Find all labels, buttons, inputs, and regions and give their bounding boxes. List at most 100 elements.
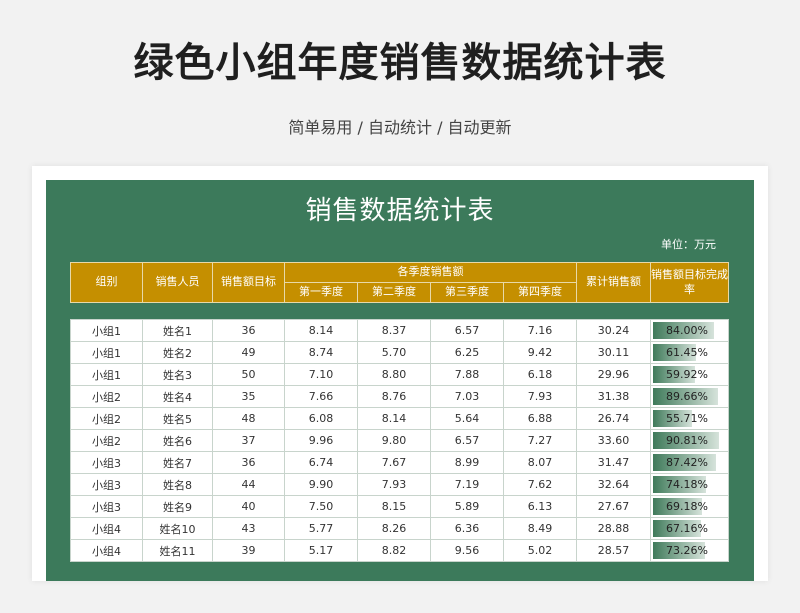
cell-total[interactable]: 30.24 xyxy=(576,319,651,342)
cell-q4[interactable]: 9.42 xyxy=(503,341,577,364)
cell-q1[interactable]: 9.90 xyxy=(284,473,358,496)
cell-q2[interactable]: 8.82 xyxy=(357,539,431,562)
cell-rate[interactable]: 59.92% xyxy=(650,363,729,386)
cell-target[interactable]: 36 xyxy=(212,319,285,342)
cell-q3[interactable]: 7.88 xyxy=(430,363,504,386)
cell-total[interactable]: 26.74 xyxy=(576,407,651,430)
cell-q2[interactable]: 8.26 xyxy=(357,517,431,540)
cell-q3[interactable]: 5.89 xyxy=(430,495,504,518)
cell-q1[interactable]: 6.74 xyxy=(284,451,358,474)
cell-q3[interactable]: 6.36 xyxy=(430,517,504,540)
cell-total[interactable]: 33.60 xyxy=(576,429,651,452)
cell-q1[interactable]: 7.50 xyxy=(284,495,358,518)
cell-person[interactable]: 姓名4 xyxy=(142,385,213,408)
cell-target[interactable]: 48 xyxy=(212,407,285,430)
cell-q3[interactable]: 9.56 xyxy=(430,539,504,562)
cell-person[interactable]: 姓名5 xyxy=(142,407,213,430)
cell-q3[interactable]: 6.57 xyxy=(430,429,504,452)
cell-q1[interactable]: 5.17 xyxy=(284,539,358,562)
cell-group[interactable]: 小组2 xyxy=(70,429,143,452)
cell-group[interactable]: 小组4 xyxy=(70,539,143,562)
cell-person[interactable]: 姓名8 xyxy=(142,473,213,496)
cell-q1[interactable]: 8.74 xyxy=(284,341,358,364)
cell-rate[interactable]: 87.42% xyxy=(650,451,729,474)
cell-q3[interactable]: 6.25 xyxy=(430,341,504,364)
cell-q4[interactable]: 8.49 xyxy=(503,517,577,540)
cell-target[interactable]: 49 xyxy=(212,341,285,364)
cell-rate[interactable]: 61.45% xyxy=(650,341,729,364)
cell-q2[interactable]: 7.93 xyxy=(357,473,431,496)
cell-rate[interactable]: 67.16% xyxy=(650,517,729,540)
cell-person[interactable]: 姓名9 xyxy=(142,495,213,518)
cell-q2[interactable]: 8.76 xyxy=(357,385,431,408)
cell-q4[interactable]: 8.07 xyxy=(503,451,577,474)
cell-total[interactable]: 31.47 xyxy=(576,451,651,474)
cell-q1[interactable]: 7.66 xyxy=(284,385,358,408)
cell-group[interactable]: 小组2 xyxy=(70,385,143,408)
cell-target[interactable]: 35 xyxy=(212,385,285,408)
cell-q2[interactable]: 8.37 xyxy=(357,319,431,342)
cell-person[interactable]: 姓名10 xyxy=(142,517,213,540)
cell-total[interactable]: 28.57 xyxy=(576,539,651,562)
cell-q2[interactable]: 9.80 xyxy=(357,429,431,452)
cell-target[interactable]: 37 xyxy=(212,429,285,452)
cell-q3[interactable]: 7.19 xyxy=(430,473,504,496)
cell-q4[interactable]: 7.16 xyxy=(503,319,577,342)
cell-q1[interactable]: 9.96 xyxy=(284,429,358,452)
cell-group[interactable]: 小组1 xyxy=(70,363,143,386)
cell-q4[interactable]: 7.62 xyxy=(503,473,577,496)
cell-q1[interactable]: 6.08 xyxy=(284,407,358,430)
cell-q1[interactable]: 5.77 xyxy=(284,517,358,540)
cell-group[interactable]: 小组3 xyxy=(70,495,143,518)
cell-person[interactable]: 姓名6 xyxy=(142,429,213,452)
cell-total[interactable]: 27.67 xyxy=(576,495,651,518)
cell-q2[interactable]: 7.67 xyxy=(357,451,431,474)
cell-group[interactable]: 小组4 xyxy=(70,517,143,540)
cell-rate[interactable]: 74.18% xyxy=(650,473,729,496)
cell-group[interactable]: 小组3 xyxy=(70,451,143,474)
cell-q2[interactable]: 5.70 xyxy=(357,341,431,364)
cell-person[interactable]: 姓名7 xyxy=(142,451,213,474)
cell-q4[interactable]: 5.02 xyxy=(503,539,577,562)
cell-total[interactable]: 32.64 xyxy=(576,473,651,496)
cell-q3[interactable]: 6.57 xyxy=(430,319,504,342)
cell-rate[interactable]: 69.18% xyxy=(650,495,729,518)
cell-q1[interactable]: 7.10 xyxy=(284,363,358,386)
cell-group[interactable]: 小组3 xyxy=(70,473,143,496)
cell-target[interactable]: 40 xyxy=(212,495,285,518)
cell-q2[interactable]: 8.14 xyxy=(357,407,431,430)
cell-q4[interactable]: 7.93 xyxy=(503,385,577,408)
cell-target[interactable]: 50 xyxy=(212,363,285,386)
cell-total[interactable]: 28.88 xyxy=(576,517,651,540)
cell-q4[interactable]: 7.27 xyxy=(503,429,577,452)
sheet-title: 销售数据统计表 xyxy=(305,196,495,226)
cell-rate[interactable]: 84.00% xyxy=(650,319,729,342)
cell-rate[interactable]: 90.81% xyxy=(650,429,729,452)
cell-q3[interactable]: 8.99 xyxy=(430,451,504,474)
cell-rate[interactable]: 89.66% xyxy=(650,385,729,408)
cell-total[interactable]: 29.96 xyxy=(576,363,651,386)
cell-target[interactable]: 44 xyxy=(212,473,285,496)
cell-person[interactable]: 姓名2 xyxy=(142,341,213,364)
cell-target[interactable]: 36 xyxy=(212,451,285,474)
cell-q2[interactable]: 8.80 xyxy=(357,363,431,386)
cell-q1[interactable]: 8.14 xyxy=(284,319,358,342)
cell-group[interactable]: 小组2 xyxy=(70,407,143,430)
cell-q4[interactable]: 6.13 xyxy=(503,495,577,518)
cell-q4[interactable]: 6.88 xyxy=(503,407,577,430)
cell-total[interactable]: 30.11 xyxy=(576,341,651,364)
cell-group[interactable]: 小组1 xyxy=(70,341,143,364)
cell-person[interactable]: 姓名3 xyxy=(142,363,213,386)
cell-q2[interactable]: 8.15 xyxy=(357,495,431,518)
cell-rate[interactable]: 73.26% xyxy=(650,539,729,562)
cell-q3[interactable]: 7.03 xyxy=(430,385,504,408)
cell-q4[interactable]: 6.18 xyxy=(503,363,577,386)
cell-rate[interactable]: 55.71% xyxy=(650,407,729,430)
cell-q3[interactable]: 5.64 xyxy=(430,407,504,430)
cell-target[interactable]: 39 xyxy=(212,539,285,562)
cell-total[interactable]: 31.38 xyxy=(576,385,651,408)
cell-target[interactable]: 43 xyxy=(212,517,285,540)
cell-person[interactable]: 姓名1 xyxy=(142,319,213,342)
cell-person[interactable]: 姓名11 xyxy=(142,539,213,562)
cell-group[interactable]: 小组1 xyxy=(70,319,143,342)
